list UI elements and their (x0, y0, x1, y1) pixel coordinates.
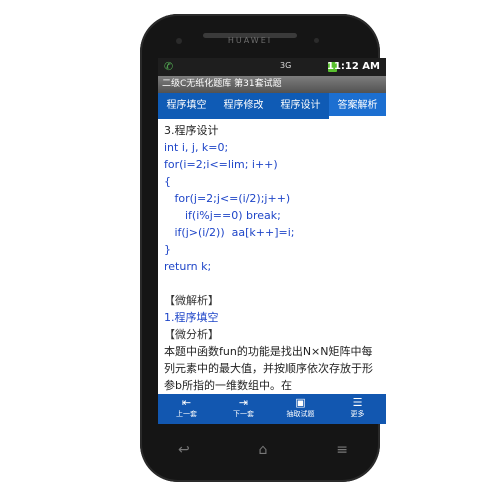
prev-set-icon: ⇤ (181, 396, 192, 409)
code-line: if(i%j==0) break; (164, 209, 281, 222)
signal-indicator: 3G (280, 61, 292, 70)
next-set-label: 下一套 (233, 410, 254, 418)
tab-program-design[interactable]: 程序设计 (272, 93, 329, 119)
draw-questions-button[interactable]: ▣ 抽取试题 (272, 394, 329, 424)
tab-answer-analysis[interactable]: 答案解析 (329, 93, 386, 119)
code-line: } (164, 243, 171, 256)
front-camera (176, 38, 182, 44)
answer-content[interactable]: 3.程序设计 int i, j, k=0; for(i=2;i<=lim; i+… (164, 122, 382, 394)
code-line: for(i=2;i<=lim; i++) (164, 158, 278, 171)
item-link-fill-blank[interactable]: 1.程序填空 (164, 309, 382, 326)
code-line: int i, j, k=0; (164, 141, 229, 154)
section-heading: 3.程序设计 (164, 124, 219, 137)
status-time: 11:12 AM (326, 61, 380, 72)
code-line: return k; (164, 260, 212, 273)
phone-screen: ✆ 3G 11:12 AM 二级C无纸化题库 第31套试题 程序填空 程序修改 … (158, 58, 386, 424)
code-line: for(j=2;j<=(i/2);j++) (164, 192, 291, 205)
tab-program-fix[interactable]: 程序修改 (215, 93, 272, 119)
status-bar: ✆ 3G 11:12 AM (158, 58, 386, 76)
tab-fill-blank[interactable]: 程序填空 (158, 93, 215, 119)
menu-key-icon[interactable]: ≡ (336, 442, 348, 462)
draw-questions-label: 抽取试题 (286, 410, 315, 418)
prev-set-button[interactable]: ⇤ 上一套 (158, 394, 215, 424)
bottom-action-bar: ⇤ 上一套 ⇥ 下一套 ▣ 抽取试题 ☰ 更多 (158, 394, 386, 424)
back-key-icon[interactable]: ↩ (178, 442, 190, 462)
proximity-sensor (314, 38, 319, 43)
draw-questions-icon: ▣ (295, 396, 306, 409)
brand-logo: HUAWEI (227, 36, 273, 45)
more-icon: ☰ (352, 396, 363, 409)
micro-breakdown-heading: 【微分析】 (164, 328, 219, 341)
phone-handset-icon: ✆ (164, 60, 174, 73)
micro-analysis-heading: 【微解析】 (164, 294, 219, 307)
tab-bar: 程序填空 程序修改 程序设计 答案解析 (158, 93, 386, 119)
code-line: { (164, 175, 171, 188)
analysis-body-text: 本题中函数fun的功能是找出N×N矩阵中每列元素中的最大值，并按顺序依次存放于形… (164, 345, 373, 392)
more-button[interactable]: ☰ 更多 (329, 394, 386, 424)
next-set-button[interactable]: ⇥ 下一套 (215, 394, 272, 424)
more-label: 更多 (350, 410, 365, 418)
next-set-icon: ⇥ (238, 396, 249, 409)
hardware-nav-keys: ↩ ⌂ ≡ (178, 442, 348, 462)
prev-set-label: 上一套 (176, 410, 197, 418)
code-line: if(j>(i/2)) aa[k++]=i; (164, 226, 295, 239)
home-key-icon[interactable]: ⌂ (259, 442, 268, 462)
app-title: 二级C无纸化题库 第31套试题 (158, 76, 386, 93)
